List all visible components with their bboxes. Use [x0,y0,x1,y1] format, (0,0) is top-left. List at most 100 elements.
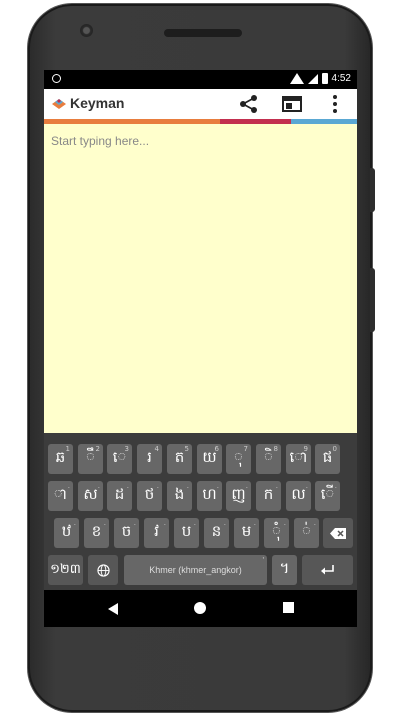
key-label: រ [147,448,152,466]
key[interactable]: ថ. [137,481,162,511]
key-label: ខ [91,522,102,540]
key-label: ហ [202,485,217,503]
overflow-menu-icon[interactable] [324,93,346,115]
khan-period-key[interactable]: ។ [272,555,297,585]
key[interactable]: ផ0 [315,444,340,474]
key-label: ង [174,485,185,503]
key[interactable]: ឹ 2 [78,444,103,474]
key[interactable]: ប. [174,518,199,548]
earpiece-speaker [164,29,242,37]
key-hint: . [186,482,189,490]
keyman-logo-icon [52,99,66,109]
back-icon[interactable] [108,603,118,615]
key[interactable]: រ4 [137,444,162,474]
share-icon[interactable] [238,93,260,115]
key-label: ុំ [272,522,281,540]
key-label: ម [241,522,252,540]
key[interactable]: ច. [114,518,139,548]
app-title: Keyman [70,95,125,111]
key-hint: 5 [184,445,189,453]
key[interactable]: ុំ. [264,518,289,548]
app-bar: Keyman [44,89,357,119]
key-label: ឋ [61,522,72,540]
key[interactable]: ឋ. [54,518,79,548]
key[interactable]: វ. [144,518,169,548]
text-editor[interactable]: Start typing here... [44,124,357,433]
power-button [370,168,375,212]
key-hint: . [245,482,248,490]
key-label: ថ [144,485,155,503]
key-label: ស [83,485,98,503]
key-label: ឹ [86,448,95,466]
key-hint: 4 [154,445,159,453]
key[interactable]: ហ. [197,481,222,511]
key[interactable]: ុ 7 [226,444,251,474]
home-icon[interactable] [194,602,206,614]
key-hint: . [126,482,129,490]
key[interactable]: ិ 8 [256,444,281,474]
key[interactable]: ន. [204,518,229,548]
key[interactable]: ឆ1 [48,444,73,474]
enter-key[interactable] [302,555,353,585]
key-label: វ [154,522,159,540]
phone-screen: 4:52 Keyman Start typing here... ឆ 1 ឹ 2… [44,70,357,627]
key[interactable]: ក. [256,481,281,511]
key[interactable]: ើ. [315,481,340,511]
key[interactable]: ដ. [107,481,132,511]
key[interactable]: ម. [234,518,259,548]
key-label: ច [121,522,132,540]
key[interactable]: ញ. [226,481,251,511]
battery-icon [321,73,328,84]
recents-icon[interactable] [283,602,294,613]
key-hint: . [133,519,136,527]
key[interactable]: ល. [286,481,311,511]
key-label: ផ [322,448,333,466]
key-hint: 0 [332,445,337,453]
key-label: ។ [279,559,290,577]
globe-key[interactable] [88,555,118,585]
space-key-label: Khmer (khmer_angkor) [149,565,242,575]
key-hint: . [223,519,226,527]
status-bar: 4:52 [44,70,357,89]
key-hint: . [313,519,316,527]
key-hint: . [283,519,286,527]
on-screen-keyboard: ឆ1 ឹ 2 េ 3 រ4 ត5 យ6 ុ 7 ិ 8 ោ 9 ផ0 ា. ស. ដ. ថ… [44,433,357,590]
key-label: ល [291,485,306,503]
key[interactable]: ់. [294,518,319,548]
key-hint: 6 [214,445,219,453]
key[interactable]: ង. [167,481,192,511]
space-key[interactable]: Khmer (khmer_angkor) ' [124,555,267,585]
front-camera [80,24,93,37]
key[interactable]: េ 3 [107,444,132,474]
status-icons: 4:52 [289,73,351,84]
globe-icon [96,563,110,577]
backspace-icon [330,527,346,539]
key-hint: . [193,519,196,527]
web-browser-icon[interactable] [281,93,303,115]
key-hint: . [73,519,76,527]
key-hint: . [97,482,100,490]
key[interactable]: ោ 9 [286,444,311,474]
key[interactable]: ខ. [84,518,109,548]
cell-signal-icon [307,73,318,84]
key-label: ប [181,522,192,540]
key-label: ើ [320,485,335,503]
key-label: ក [263,485,274,503]
key-hint: 2 [95,445,100,453]
key[interactable]: ា. [48,481,73,511]
key-hint: . [334,482,337,490]
key-hint: . [156,482,159,490]
backspace-key[interactable] [323,518,353,548]
numbers-key[interactable]: ១២៣ [48,555,83,585]
key-hint: . [67,482,70,490]
key-label: ឆ [55,448,66,466]
key-hint: ' [262,556,264,565]
key-label: ត [174,448,185,466]
key[interactable]: ត5 [167,444,192,474]
key-hint: . [216,482,219,490]
key[interactable]: យ6 [197,444,222,474]
key-label: ិ [264,448,273,466]
key-label: ដ [114,485,125,503]
key[interactable]: ស. [78,481,103,511]
key-hint: . [253,519,256,527]
